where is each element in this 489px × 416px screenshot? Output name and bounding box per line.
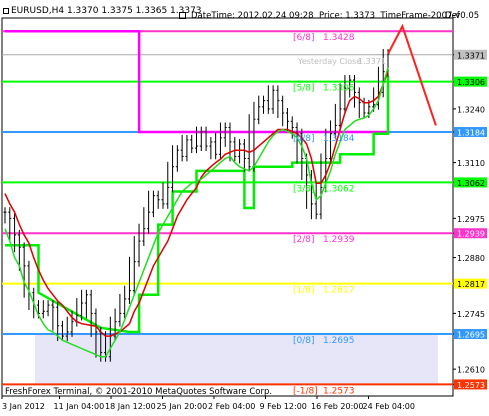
x-tick-label: 18 Jan 12:00	[105, 402, 156, 411]
murrey-level-value: 1.2573	[323, 386, 355, 396]
yesterday-close-label: Yesterday Close	[297, 57, 361, 66]
lower-zone-shade	[35, 334, 438, 385]
y-tick-label: 1.2695	[457, 331, 485, 340]
murrey-level-label: [2/8]	[293, 235, 315, 245]
chart-window: [6/8] 1.3428 [5/8] 1.3306 [4/8] 1.3184 [3/8] 1.…	[0, 0, 489, 412]
y-tick-label: 1.2939	[457, 230, 485, 239]
murrey-level-value: 1.3428	[323, 33, 355, 43]
x-tick-label: 11 Jan 04:00	[54, 402, 105, 411]
y-tick-label: 1.3306	[457, 78, 485, 87]
y-tick-label: 1.3062	[457, 179, 485, 188]
murrey-level-label: [4/8]	[293, 134, 315, 144]
x-tick-label: 24 Feb 04:00	[363, 402, 415, 411]
info-square-icon	[179, 12, 186, 19]
x-tick-label: 16 Feb 20:00	[311, 402, 363, 411]
y-tick-label: 1.3184	[457, 129, 485, 138]
y-tick-label: 1.3240	[457, 105, 485, 114]
x-tick-label: 3 Jan 2012	[2, 402, 45, 411]
y-tick-label: 1.3110	[457, 159, 485, 168]
yesterday-close-value: 1.3371	[358, 57, 386, 66]
murrey-level-label: [6/8]	[293, 33, 315, 43]
timeframe-text: TimeFrame-2007-v0.05	[380, 11, 480, 21]
datetime-text: DateTime: 2012.02.24 09:28	[191, 11, 314, 21]
y-tick-label: 1.2975	[457, 215, 485, 224]
y-tick-label: 1.3371	[457, 51, 485, 60]
murrey-level-label: [0/8]	[293, 336, 315, 346]
symbol-line: EURUSD,H4 1.3370 1.3375 1.3365 1.3373	[11, 6, 202, 16]
murrey-level-label: [1/8]	[293, 286, 315, 296]
x-tick-label: 25 Jan 20:00	[157, 402, 208, 411]
symbol-header: EURUSD,H4 1.3370 1.3375 1.3365 1.3373	[3, 6, 202, 16]
footer-copyright: FreshForex Terminal, © 2001-2010 MetaQuo…	[5, 387, 273, 397]
def-label: Def	[445, 11, 460, 21]
murrey-level-value: 1.2695	[323, 336, 355, 346]
price-text: Price: 1.3373	[318, 11, 376, 21]
x-tick-label: 2 Feb 04:00	[208, 402, 255, 411]
price-chart: [6/8] 1.3428 [5/8] 1.3306 [4/8] 1.3184 [3/8] 1.…	[0, 0, 489, 412]
y-tick-label: 1.2573	[457, 381, 485, 390]
murrey-level-value: 1.3062	[323, 184, 355, 194]
y-tick-label: 1.2745	[457, 310, 485, 319]
header-icon	[3, 7, 9, 14]
murrey-level-value: 1.2939	[323, 235, 355, 245]
murrey-level-value: 1.2817	[323, 286, 355, 296]
murrey-level-label: [3/8]	[293, 184, 315, 194]
info-header: DateTime: 2012.02.24 09:28 Price: 1.3373…	[179, 11, 479, 21]
y-tick-label: 1.2610	[457, 366, 485, 375]
x-tick-label: 9 Feb 12:00	[260, 402, 307, 411]
murrey-level-value: 1.3184	[323, 134, 355, 144]
murrey-level-label: [-1/8]	[293, 386, 318, 396]
y-tick-label: 1.2817	[457, 280, 485, 289]
murrey-level-value: 1.3306	[323, 84, 355, 94]
y-tick-label: 1.2880	[457, 254, 485, 263]
murrey-level-label: [5/8]	[293, 84, 315, 94]
